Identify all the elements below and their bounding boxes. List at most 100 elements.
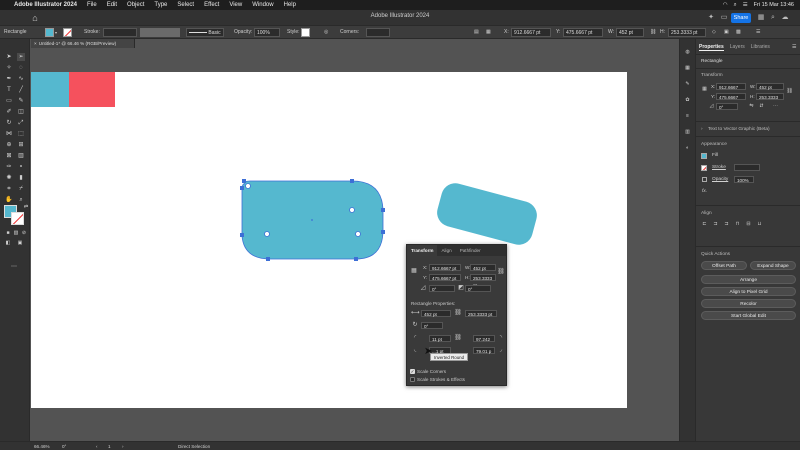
width-tool-icon[interactable]: ⋈ <box>5 130 13 138</box>
w-field[interactable]: 452 pt <box>616 28 644 37</box>
cloud-icon[interactable]: ☁ <box>780 13 790 23</box>
props-fill-swatch[interactable] <box>701 153 707 159</box>
fill-swatch[interactable] <box>45 28 54 37</box>
color-panel-icon[interactable]: ◍ <box>684 49 691 56</box>
stroke-swatch[interactable] <box>63 28 72 37</box>
lasso-tool-icon[interactable]: ◌ <box>17 64 25 72</box>
arrange-button[interactable]: Arrange <box>701 275 796 284</box>
tp-shear-field[interactable]: 0° <box>465 285 491 292</box>
recolor-icon[interactable]: ◎ <box>324 28 328 37</box>
tab-layers[interactable]: Layers <box>730 44 745 51</box>
link-icon[interactable]: ⛓ <box>650 28 656 37</box>
transparency-panel-icon[interactable]: ◐ <box>684 145 691 152</box>
shape-builder-tool-icon[interactable]: ⊕ <box>5 141 13 149</box>
align-to-pixel-grid-button[interactable]: Align to Pixel Grid <box>701 287 796 296</box>
draw-normal-icon[interactable]: ◧ <box>4 239 12 247</box>
scale-tool-icon[interactable]: ⤢ <box>17 119 25 127</box>
align-right-icon[interactable]: ⊐ <box>723 221 730 228</box>
more-options-icon[interactable]: ⋯ <box>772 103 779 110</box>
tab-properties[interactable]: Properties <box>699 44 724 51</box>
start-global-edit-button[interactable]: Start Global Edit <box>701 311 796 320</box>
gradient-tool-icon[interactable]: ▥ <box>17 152 25 160</box>
reference-point-icon[interactable]: ▦ <box>410 267 418 275</box>
align-middle-icon[interactable]: ⊟ <box>745 221 752 228</box>
flip-horizontal-icon[interactable]: ⇋ <box>748 103 755 110</box>
paintbrush-tool-icon[interactable]: ✎ <box>17 97 25 105</box>
tp-w-field[interactable]: 452 pt <box>470 264 496 271</box>
menu-object[interactable]: Object <box>127 2 144 8</box>
corner-radius-1-field[interactable]: 11 pt <box>429 335 451 342</box>
swap-fill-stroke-icon[interactable]: ⇄ <box>22 203 30 211</box>
rect-height-field[interactable]: 253.3333 pt <box>465 310 497 317</box>
symbol-sprayer-tool-icon[interactable]: ✺ <box>5 174 13 182</box>
search-icon[interactable]: ⌕ <box>734 2 737 9</box>
workspace-icon[interactable]: ▭ <box>719 13 729 23</box>
edit-toolbar-icon[interactable]: ⋯ <box>10 263 18 271</box>
style-swatch[interactable] <box>301 28 310 37</box>
align-icon[interactable]: ▤ <box>474 28 479 37</box>
artboard[interactable] <box>31 72 627 408</box>
tp-rotate-field[interactable]: 0° <box>429 285 455 292</box>
props-stroke-weight-field[interactable] <box>734 164 760 171</box>
menu-window[interactable]: Window <box>252 2 273 8</box>
previous-artboard-icon[interactable]: ‹ <box>96 442 98 450</box>
constrain-proportions-icon[interactable]: ⛓ <box>497 268 505 276</box>
corner-radius-2-field[interactable]: 97.242 <box>473 335 495 342</box>
props-w-field[interactable]: 452 pt <box>756 83 784 90</box>
scale-corners-checkbox[interactable]: ✓ <box>410 369 415 374</box>
scale-strokes-checkbox[interactable] <box>410 377 415 382</box>
props-stroke-swatch[interactable] <box>701 165 707 171</box>
fx-button[interactable]: fx. <box>702 189 707 194</box>
artboard-number[interactable]: 1 <box>108 442 111 450</box>
curvature-tool-icon[interactable]: ∿ <box>17 75 25 83</box>
perspective-grid-tool-icon[interactable]: ⊞ <box>17 141 25 149</box>
recolor-button[interactable]: Recolor <box>701 299 796 308</box>
chevron-right-icon[interactable]: › <box>701 127 703 132</box>
menu-type[interactable]: Type <box>154 2 167 8</box>
pathfinder-icon[interactable]: ▩ <box>736 28 741 37</box>
reference-point-icon[interactable]: ▦ <box>701 86 708 93</box>
graph-tool-icon[interactable]: ▮ <box>17 174 25 182</box>
search-help-icon[interactable]: ⌕ <box>768 13 778 23</box>
props-opacity-field[interactable]: 100% <box>734 176 754 183</box>
tab-transform[interactable]: Transform <box>407 245 438 256</box>
next-artboard-icon[interactable]: › <box>122 442 124 450</box>
menu-select[interactable]: Select <box>177 2 194 8</box>
stroke-panel-icon[interactable]: ≡ <box>684 113 691 120</box>
rect-link-icon[interactable]: ⛓ <box>454 309 462 317</box>
symbols-panel-icon[interactable]: ✿ <box>684 97 691 104</box>
menu-help[interactable]: Help <box>284 2 296 8</box>
free-transform-tool-icon[interactable]: ⬚ <box>17 130 25 138</box>
tp-h-field[interactable]: 253.3333 pt <box>470 274 496 288</box>
mesh-tool-icon[interactable]: ⊠ <box>5 152 13 160</box>
brush-definition-select[interactable]: Basic <box>186 28 224 37</box>
share-button[interactable]: Share <box>731 13 751 23</box>
variable-width-profile[interactable] <box>140 28 180 37</box>
rotation-view[interactable]: 0° <box>62 442 66 450</box>
expand-shape-button[interactable]: Expand Shape <box>750 261 796 270</box>
control-bar-menu-icon[interactable]: ☰ <box>756 28 760 37</box>
screen-mode-icon[interactable]: ▣ <box>16 239 24 247</box>
gradient-mode-icon[interactable]: ▧ <box>12 229 20 237</box>
corner-type-icon-2[interactable]: ◝ <box>497 334 505 342</box>
x-field[interactable]: 912.6667 pt <box>511 28 551 37</box>
wifi-icon[interactable]: ◠ <box>723 2 728 8</box>
artboard-tool-icon[interactable]: ⌗ <box>5 185 13 193</box>
direct-selection-tool-icon[interactable]: ➢ <box>17 53 25 61</box>
offset-path-button[interactable]: Offset Path <box>701 261 747 270</box>
gradient-panel-icon[interactable]: ▥ <box>684 129 691 136</box>
brushes-panel-icon[interactable]: ✎ <box>684 81 691 88</box>
props-y-field[interactable]: 475.6667 <box>716 93 746 100</box>
pen-tool-icon[interactable]: ✒ <box>5 75 13 83</box>
stroke-color-swatch[interactable] <box>11 212 24 225</box>
tab-libraries[interactable]: Libraries <box>751 44 770 51</box>
align-top-icon[interactable]: ⊓ <box>734 221 741 228</box>
selection-tool-icon[interactable]: ➤ <box>5 53 13 61</box>
h-field[interactable]: 253.3333 pt <box>668 28 706 37</box>
props-link-icon[interactable]: ⛓ <box>786 88 793 95</box>
rectangle-tool-icon[interactable]: ▭ <box>5 97 13 105</box>
hand-tool-icon[interactable]: ✋ <box>5 196 13 204</box>
flip-vertical-icon[interactable]: ⇵ <box>758 103 765 110</box>
y-field[interactable]: 475.6667 pt <box>563 28 603 37</box>
corner-type-icon[interactable]: ◜ <box>411 334 419 342</box>
